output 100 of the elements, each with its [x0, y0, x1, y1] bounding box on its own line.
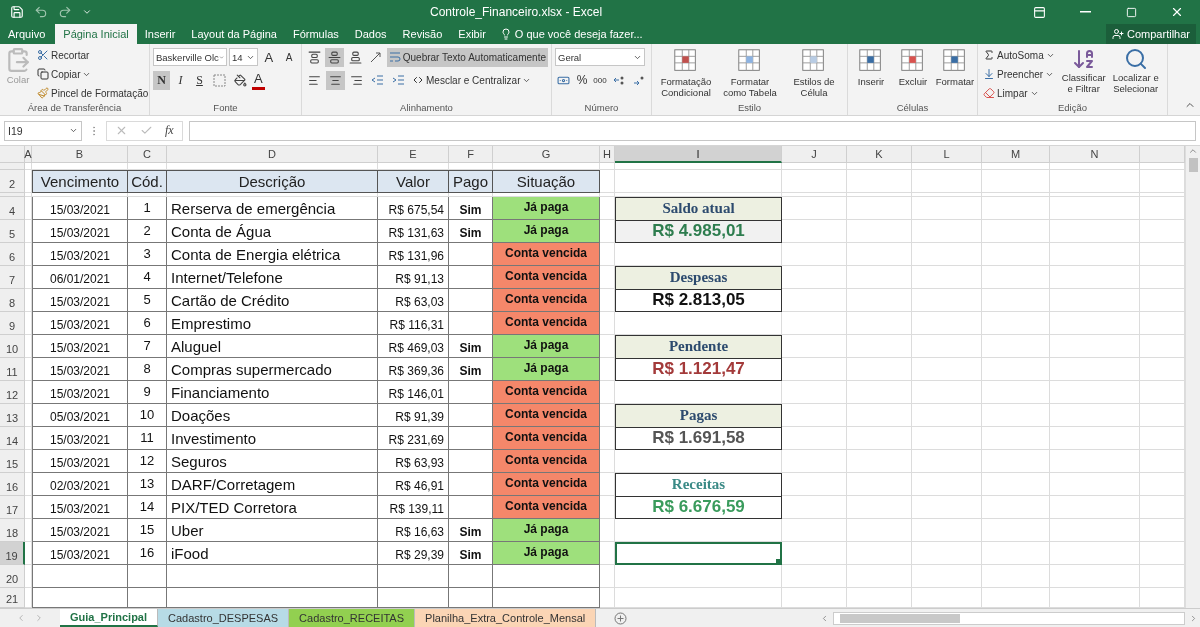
row-header[interactable]: 8 [0, 289, 25, 312]
sort-filter-button[interactable]: Classificar e Filtrar [1058, 46, 1109, 102]
row-header[interactable]: 20 [0, 565, 25, 588]
selected-cell[interactable] [615, 542, 782, 565]
description-cell: Conta de Água [167, 220, 378, 243]
column-header[interactable]: G [493, 146, 600, 163]
sheet-tab[interactable]: Planilha_Extra_Controle_Mensal [415, 609, 597, 627]
row-header[interactable]: 15 [0, 450, 25, 473]
row-header[interactable]: 12 [0, 381, 25, 404]
column-header[interactable]: H [600, 146, 615, 163]
insert-function-button[interactable]: fx [165, 123, 174, 138]
column-header[interactable]: M [982, 146, 1050, 163]
font-name-field[interactable]: Baskerville Olc [153, 48, 227, 66]
fill-button[interactable]: Preencher [981, 65, 1057, 83]
undo-icon[interactable] [34, 5, 48, 19]
format-painter-button[interactable]: Pincel de Formatação [35, 84, 149, 102]
row-header[interactable]: 18 [0, 519, 25, 542]
ribbon-tab[interactable]: Layout da Página [183, 24, 285, 44]
redo-icon[interactable] [58, 5, 72, 19]
wrap-text-button[interactable]: Quebrar Texto Automaticamente [386, 47, 548, 67]
column-header[interactable]: E [378, 146, 449, 163]
row-header[interactable]: 16 [0, 473, 25, 496]
column-header[interactable]: D [167, 146, 378, 163]
tell-me-box[interactable]: O que você deseja fazer... [493, 24, 649, 44]
row-header[interactable]: 6 [0, 243, 25, 266]
underline-button[interactable]: S [191, 70, 208, 90]
sheet-tab[interactable]: Cadastro_RECEITAS [289, 609, 416, 627]
file-menu-tab[interactable]: Arquivo [0, 24, 54, 44]
column-header[interactable] [1140, 146, 1185, 163]
sheet-tab[interactable]: Cadastro_DESPESAS [158, 609, 290, 627]
cells-button[interactable]: Excluir [893, 46, 933, 102]
save-icon[interactable] [10, 5, 24, 19]
scroll-left-icon[interactable] [820, 613, 829, 623]
number-format-field[interactable]: Geral [555, 48, 645, 66]
name-box[interactable]: I19 [4, 120, 82, 141]
row-header[interactable]: 13 [0, 404, 25, 427]
row-header[interactable]: 21 [0, 588, 25, 608]
column-header[interactable]: N [1050, 146, 1140, 163]
cut-button[interactable]: Recortar [35, 46, 149, 64]
add-sheet-icon[interactable] [614, 611, 628, 625]
column-header[interactable]: F [449, 146, 493, 163]
scroll-thumb[interactable] [1188, 158, 1198, 172]
percent-button[interactable]: % [574, 71, 590, 89]
bold-button[interactable]: N [153, 70, 170, 90]
fill-handle[interactable] [776, 559, 781, 564]
cells-button[interactable]: Inserir [851, 46, 891, 102]
ribbon-tab[interactable]: Revisão [394, 24, 451, 44]
customize-toolbar-icon[interactable] [82, 7, 92, 17]
share-button[interactable]: Compartilhar [1106, 24, 1196, 44]
style-button[interactable]: Estilos de Célula [783, 46, 845, 102]
cells-button[interactable]: Formatar [935, 46, 975, 102]
ribbon-tab[interactable]: Dados [346, 24, 395, 44]
ribbon-tab[interactable]: Exibir [450, 24, 494, 44]
cancel-icon[interactable] [115, 124, 128, 137]
column-header[interactable]: I [615, 146, 782, 163]
row-header[interactable] [0, 193, 25, 197]
middle-align-button[interactable] [325, 47, 344, 67]
column-header[interactable]: J [782, 146, 847, 163]
shrink-font-button[interactable]: A [279, 47, 298, 67]
font-size-field[interactable]: 14 [229, 48, 258, 66]
ribbon-tab[interactable]: Inserir [136, 24, 184, 44]
scroll-thumb[interactable] [840, 613, 960, 623]
enter-icon[interactable] [140, 124, 153, 137]
column-header[interactable]: L [912, 146, 982, 163]
align-center-button[interactable] [326, 70, 345, 90]
select-all-corner[interactable] [0, 146, 25, 163]
row-header[interactable]: 5 [0, 220, 25, 243]
column-header[interactable]: C [128, 146, 167, 163]
find-select-button[interactable]: Localizar e Selecionar [1110, 46, 1161, 102]
sheet-tab[interactable]: Guia_Principal [60, 609, 159, 627]
row-header[interactable]: 19 [0, 542, 25, 565]
row-header[interactable]: 10 [0, 335, 25, 358]
merge-center-button[interactable]: Mesclar e Centralizar [410, 71, 534, 89]
grow-font-button[interactable]: A [259, 47, 278, 67]
style-button[interactable]: Formatar como Tabela [719, 46, 781, 102]
vertical-scrollbar[interactable] [1185, 146, 1200, 608]
scroll-up-icon[interactable] [1188, 146, 1198, 156]
ribbon-tab[interactable]: Página Inicial [55, 24, 137, 44]
formula-input[interactable] [188, 120, 1196, 141]
italic-button[interactable]: I [172, 70, 189, 90]
column-header[interactable]: K [847, 146, 912, 163]
row-header[interactable]: 9 [0, 312, 25, 335]
next-sheet-icon[interactable] [34, 613, 44, 623]
row-header[interactable]: 2 [0, 170, 25, 193]
row-header[interactable]: 4 [0, 197, 25, 220]
clear-button[interactable]: Limpar [981, 84, 1057, 102]
autosum-button[interactable]: AutoSoma [981, 46, 1057, 64]
copy-button[interactable]: Copiar [35, 65, 149, 83]
ribbon-tab[interactable]: Fórmulas [284, 24, 347, 44]
row-header[interactable]: 7 [0, 266, 25, 289]
row-header[interactable]: 17 [0, 496, 25, 519]
previous-sheet-icon[interactable] [16, 613, 26, 623]
row-header[interactable] [0, 163, 25, 170]
column-header[interactable]: B [32, 146, 128, 163]
thousands-button[interactable]: 000 [591, 71, 609, 89]
row-header[interactable]: 11 [0, 358, 25, 381]
row-header[interactable]: 14 [0, 427, 25, 450]
font-color-button[interactable]: A [252, 70, 265, 90]
style-button[interactable]: Formatação Condicional [655, 46, 717, 102]
scroll-right-icon[interactable] [1189, 613, 1198, 623]
